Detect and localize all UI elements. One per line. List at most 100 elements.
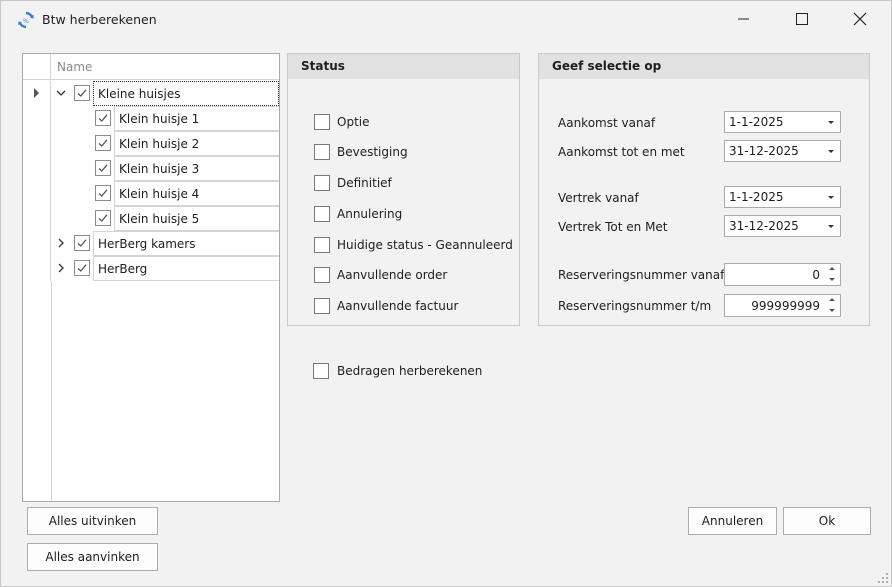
status-confirmation-label[interactable]: Bevestiging	[337, 145, 408, 159]
tree-node-label: Klein huisje 2	[119, 137, 200, 151]
row-indicator	[23, 106, 51, 131]
dropdown-arrow-icon[interactable]	[828, 225, 834, 228]
check-icon	[77, 264, 87, 272]
tree-row[interactable]: Klein huisje 4	[23, 181, 279, 206]
refresh-cycle-icon: %	[18, 11, 34, 29]
status-cancellation-label[interactable]: Annulering	[337, 207, 402, 221]
spin-down-icon[interactable]	[829, 278, 835, 281]
spin-up-icon[interactable]	[829, 298, 835, 301]
check-all-button[interactable]: Alles aanvinken	[27, 543, 158, 571]
tree-node-label: Klein huisje 5	[119, 212, 200, 226]
departure-to-date-picker[interactable]: 31-12-2025	[724, 215, 841, 237]
status-group-header: Status	[288, 54, 519, 79]
checkbox-box[interactable]	[314, 206, 330, 222]
tree-node-cell[interactable]: Klein huisje 2	[114, 131, 279, 156]
title-bar[interactable]: % Btw herberekenen	[1, 1, 891, 37]
arrival-from-value[interactable]: 1-1-2025	[729, 115, 783, 129]
row-indicator	[23, 181, 51, 206]
chevron-down-icon[interactable]	[55, 87, 67, 99]
departure-to-value[interactable]: 31-12-2025	[729, 219, 799, 233]
tree-row[interactable]: Klein huisje 5	[23, 206, 279, 231]
recalculate-amounts-label[interactable]: Bedragen herberekenen	[337, 364, 482, 378]
arrival-from-date-picker[interactable]: 1-1-2025	[724, 111, 841, 133]
tree-node-label: Kleine huisjes	[98, 87, 181, 101]
dropdown-arrow-icon[interactable]	[828, 121, 834, 124]
tree-row[interactable]: HerBerg kamers	[23, 231, 279, 256]
checkbox-box[interactable]	[313, 363, 329, 379]
tree-checkbox[interactable]	[74, 235, 90, 251]
svg-text:%: %	[23, 18, 29, 25]
arrival-to-value[interactable]: 31-12-2025	[729, 144, 799, 158]
chevron-right-icon[interactable]	[55, 237, 67, 249]
status-additional-order-label[interactable]: Aanvullende order	[337, 268, 447, 282]
tree-checkbox[interactable]	[95, 185, 111, 201]
status-additional-invoice-label[interactable]: Aanvullende factuur	[337, 299, 458, 313]
tree-row[interactable]: Klein huisje 1	[23, 106, 279, 131]
uncheck-all-button[interactable]: Alles uitvinken	[27, 507, 158, 535]
tree-row[interactable]: Klein huisje 3	[23, 156, 279, 181]
check-icon	[98, 164, 108, 172]
row-indicator	[23, 131, 51, 156]
status-group: Status Optie Bevestiging Definitief Annu…	[287, 53, 520, 326]
close-button[interactable]	[837, 1, 883, 37]
arrival-to-label: Aankomst tot en met	[558, 145, 685, 159]
dialog-window: % Btw herberekenen Name Kleine huisjes K…	[0, 0, 892, 587]
departure-from-value[interactable]: 1-1-2025	[729, 190, 783, 204]
checkbox-box[interactable]	[314, 114, 330, 130]
status-current-cancelled-label[interactable]: Huidige status - Geannuleerd	[337, 238, 513, 252]
tree-node-cell[interactable]: Klein huisje 1	[114, 106, 279, 131]
tree-checkbox[interactable]	[95, 210, 111, 226]
check-icon	[77, 239, 87, 247]
resize-grip-icon[interactable]	[877, 572, 889, 584]
tree-row[interactable]: HerBerg	[23, 256, 279, 281]
checkbox-box[interactable]	[314, 298, 330, 314]
dropdown-arrow-icon[interactable]	[828, 150, 834, 153]
checkbox-box[interactable]	[314, 144, 330, 160]
reservation-number-from-value[interactable]: 0	[812, 268, 820, 282]
cancel-button[interactable]: Annuleren	[688, 507, 777, 535]
selection-group: Geef selectie op Aankomst vanaf 1-1-2025…	[538, 53, 870, 326]
close-icon	[853, 12, 867, 26]
row-indicator	[23, 256, 51, 281]
reservation-number-to-value[interactable]: 999999999	[751, 299, 820, 313]
tree-node-label: Klein huisje 4	[119, 187, 200, 201]
window-title: Btw herberekenen	[42, 12, 157, 27]
minimize-button[interactable]	[721, 1, 767, 37]
row-indicator	[23, 81, 51, 106]
reservation-number-to-spinner[interactable]: 999999999	[724, 294, 841, 317]
tree-row[interactable]: Klein huisje 2	[23, 131, 279, 156]
spin-down-icon[interactable]	[829, 309, 835, 312]
selection-group-header: Geef selectie op	[539, 54, 869, 79]
departure-from-date-picker[interactable]: 1-1-2025	[724, 186, 841, 208]
checkbox-box[interactable]	[314, 237, 330, 253]
tree-node-cell[interactable]: Klein huisje 3	[114, 156, 279, 181]
chevron-right-icon[interactable]	[55, 262, 67, 274]
accommodation-tree[interactable]: Name Kleine huisjes Klein huisje 1 Klein…	[22, 53, 280, 502]
tree-checkbox[interactable]	[74, 85, 90, 101]
status-definitive-label[interactable]: Definitief	[337, 176, 392, 190]
reservation-number-from-spinner[interactable]: 0	[724, 263, 841, 286]
tree-checkbox[interactable]	[74, 260, 90, 276]
tree-node-cell[interactable]: HerBerg kamers	[93, 231, 279, 256]
tree-node-cell[interactable]: Klein huisje 5	[114, 206, 279, 231]
status-option-label[interactable]: Optie	[337, 115, 369, 129]
check-icon	[98, 139, 108, 147]
checkbox-box[interactable]	[314, 175, 330, 191]
tree-column-name[interactable]: Name	[57, 60, 92, 74]
tree-node-cell[interactable]: Klein huisje 4	[114, 181, 279, 206]
dialog-body: Name Kleine huisjes Klein huisje 1 Klein…	[6, 37, 886, 582]
maximize-button[interactable]	[779, 1, 825, 37]
checkbox-box[interactable]	[314, 267, 330, 283]
tree-checkbox[interactable]	[95, 135, 111, 151]
tree-checkbox[interactable]	[95, 110, 111, 126]
tree-row[interactable]: Kleine huisjes	[23, 81, 279, 106]
spin-up-icon[interactable]	[829, 267, 835, 270]
reservation-number-from-label: Reserveringsnummer vanaf	[558, 268, 725, 282]
arrival-to-date-picker[interactable]: 31-12-2025	[724, 140, 841, 162]
tree-node-cell[interactable]: HerBerg	[93, 256, 279, 281]
departure-from-label: Vertrek vanaf	[558, 191, 639, 205]
tree-node-cell[interactable]: Kleine huisjes	[93, 81, 279, 106]
ok-button[interactable]: Ok	[783, 507, 871, 535]
dropdown-arrow-icon[interactable]	[828, 196, 834, 199]
tree-checkbox[interactable]	[95, 160, 111, 176]
